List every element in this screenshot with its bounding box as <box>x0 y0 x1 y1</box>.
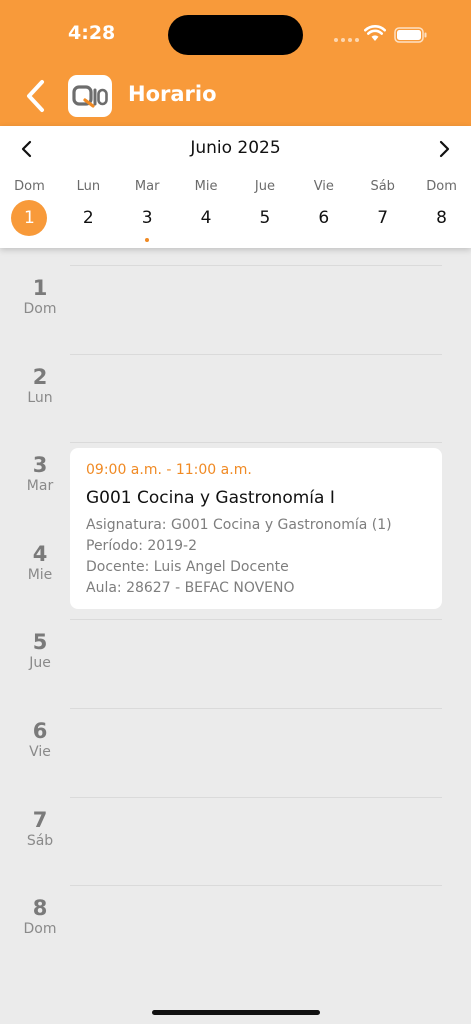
row-day-number: 6 <box>32 719 48 743</box>
day-number: 2 <box>82 208 94 228</box>
day-name: Sáb <box>370 179 395 194</box>
battery-icon <box>394 27 427 43</box>
day-name: Dom <box>426 179 457 194</box>
calendar-day[interactable]: Sáb 7 <box>353 178 412 236</box>
day-number-circle: 8 <box>424 200 460 236</box>
row-day-number: 2 <box>32 364 48 389</box>
row-day-number: 5 <box>32 630 48 655</box>
day-row-label: 8 Dom <box>0 896 80 938</box>
day-number: 5 <box>259 208 271 228</box>
row-day-number: 3 <box>32 453 48 478</box>
week-calendar: Junio 2025 Dom 1 Lun 2 Mar 3 Mie 4 Jue 5 Vie 6 Sáb 7 D… <box>0 126 471 248</box>
day-number-circle: 2 <box>70 200 106 236</box>
row-divider <box>70 885 442 887</box>
day-row-label: 3 Mar <box>0 453 80 495</box>
app-logo <box>68 75 112 117</box>
row-day-name: Jue <box>29 655 51 672</box>
home-indicator[interactable] <box>152 1010 320 1015</box>
day-number: 8 <box>436 208 447 228</box>
calendar-day[interactable]: Mie 4 <box>177 178 236 236</box>
next-month-button[interactable] <box>433 138 455 160</box>
row-day-name: Dom <box>23 921 57 938</box>
day-name: Mie <box>194 179 218 194</box>
day-name: Lun <box>76 179 101 194</box>
page-title: Horario <box>128 82 217 106</box>
calendar-day[interactable]: Vie 6 <box>294 178 353 236</box>
day-row-label: 4 Mie <box>0 542 80 584</box>
day-row-label: 1 Dom <box>0 276 80 318</box>
day-name: Mar <box>134 179 160 194</box>
row-day-name: Dom <box>23 301 57 317</box>
wifi-icon <box>364 25 386 41</box>
row-day-number: 4 <box>32 541 48 566</box>
event-teacher: Docente: Luis Angel Docente <box>86 559 289 575</box>
day-name: Dom <box>14 179 45 194</box>
dynamic-island <box>168 15 303 55</box>
row-day-name: Vie <box>29 744 51 760</box>
event-subject: Asignatura: G001 Cocina y Gastronomía (1… <box>86 517 392 533</box>
day-row-label: 7 Sáb <box>0 808 80 850</box>
q10-logo <box>72 85 108 108</box>
day-name: Jue <box>254 179 275 194</box>
calendar-day[interactable]: Dom 8 <box>412 178 471 236</box>
row-divider <box>70 353 442 355</box>
row-divider <box>70 265 442 266</box>
day-number: 7 <box>377 208 389 228</box>
day-row-label: 2 Lun <box>0 365 80 407</box>
row-divider <box>70 708 442 709</box>
day-name: Vie <box>313 179 334 194</box>
row-divider <box>70 796 442 798</box>
app-header: 4:28 Horario <box>0 0 471 126</box>
row-day-name: Mie <box>27 566 53 583</box>
event-classroom: Aula: 28627 - BEFAC NOVENO <box>86 580 295 596</box>
row-day-number: 1 <box>32 276 48 300</box>
event-time: 09:00 a.m. - 11:00 a.m. <box>86 462 252 478</box>
day-number: 3 <box>141 208 153 228</box>
day-number-circle: 6 <box>306 200 342 236</box>
day-number-circle: 5 <box>247 200 283 236</box>
event-title: G001 Cocina y Gastronomía I <box>86 488 335 508</box>
calendar-day[interactable]: Lun 2 <box>59 178 118 236</box>
chevron-right-icon <box>439 140 450 158</box>
calendar-day[interactable]: Dom 1 <box>0 178 59 236</box>
day-number-circle: 4 <box>188 200 224 236</box>
row-day-number: 8 <box>32 896 48 921</box>
day-row-label: 6 Vie <box>0 719 80 761</box>
status-time: 4:28 <box>68 22 116 44</box>
row-day-name: Lun <box>27 389 53 406</box>
schedule-screen: 4:28 Horario Junio 2025 Dom 1 Lun 2 Mar … <box>0 0 471 1024</box>
chevron-left-icon <box>27 80 44 112</box>
row-divider <box>70 619 442 621</box>
day-number-circle: 1 <box>11 200 48 236</box>
day-number-circle: 3 <box>129 200 165 236</box>
day-number: 6 <box>318 208 330 228</box>
row-day-name: Mar <box>26 478 54 495</box>
class-event-card[interactable]: 09:00 a.m. - 11:00 a.m. G001 Cocina y Ga… <box>70 448 442 609</box>
calendar-day[interactable]: Jue 5 <box>236 178 295 236</box>
back-button[interactable] <box>22 78 52 114</box>
event-indicator-dot <box>145 238 150 242</box>
cellular-signal-icon <box>334 38 359 42</box>
row-day-number: 7 <box>32 807 48 832</box>
calendar-day[interactable]: Mar 3 <box>118 178 177 242</box>
day-number: 4 <box>200 208 212 228</box>
day-number-circle: 7 <box>365 200 401 236</box>
event-period: Período: 2019-2 <box>86 538 197 554</box>
schedule-list: 1 Dom 2 Lun 3 Mar 4 Mie 5 Jue 6 Vie 7 Sáb 8 Dom 09:00 a… <box>0 248 471 1024</box>
day-row-label: 5 Jue <box>0 630 80 672</box>
row-day-name: Sáb <box>26 832 54 849</box>
month-label: Junio 2025 <box>190 138 281 158</box>
day-number: 1 <box>24 208 35 228</box>
row-divider <box>70 442 442 444</box>
